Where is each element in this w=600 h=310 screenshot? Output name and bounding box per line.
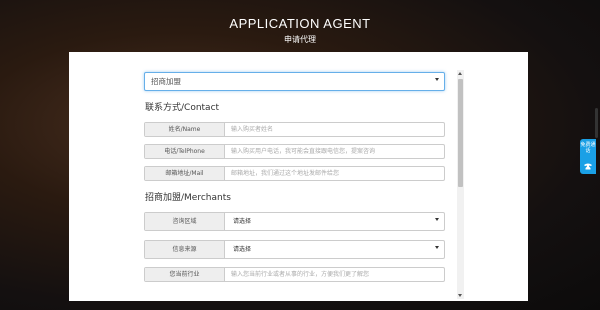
free-call-text: 免费通话 [580,142,596,154]
area-field[interactable]: 咨询区域 请选择 [144,212,445,231]
industry-field[interactable]: 您当前行业 输入您当前行业或者从事的行业，方便我们更了解您 [144,267,445,282]
application-form-panel: 招商加盟 联系方式/Contact 姓名/Name 输入购买者姓名 电话/Tel… [69,52,528,301]
area-label: 咨询区域 [145,213,225,230]
source-label: 信息来源 [145,241,225,258]
source-field[interactable]: 信息来源 请选择 [144,240,445,259]
form-scrollbar[interactable] [457,70,464,299]
free-call-widget[interactable]: 免费通话 [580,139,596,174]
industry-label: 您当前行业 [145,268,225,281]
page-scrollbar[interactable] [595,108,598,138]
phone-label: 电话/TelPhone [145,145,225,158]
mail-input[interactable]: 邮箱地址，我们通过这个地址发邮件给您 [231,167,339,180]
type-select[interactable]: 招商加盟 [144,72,445,91]
source-select[interactable]: 请选择 [225,241,444,258]
source-select-value: 请选择 [233,246,252,253]
form-scroll-area: 招商加盟 联系方式/Contact 姓名/Name 输入购买者姓名 电话/Tel… [144,70,445,298]
scrollbar-thumb[interactable] [458,79,463,187]
scroll-down-icon[interactable] [458,294,462,297]
chevron-down-icon [435,78,439,81]
phone-input[interactable]: 输入购买用户电话，我可能会直接跟电信您，提案咨询 [231,145,375,158]
phone-field[interactable]: 电话/TelPhone 输入购买用户电话，我可能会直接跟电信您，提案咨询 [144,144,445,159]
mail-field[interactable]: 邮箱地址/Mail 邮箱地址，我们通过这个地址发邮件给您 [144,166,445,181]
name-input[interactable]: 输入购买者姓名 [231,123,273,136]
scroll-up-icon[interactable] [458,72,462,75]
name-field[interactable]: 姓名/Name 输入购买者姓名 [144,122,445,137]
page-header: APPLICATION AGENT 申请代理 [0,0,600,52]
page-subtitle: 申请代理 [284,35,316,44]
merchants-section-title: 招商加盟/Merchants [145,193,231,203]
mail-label: 邮箱地址/Mail [145,167,225,180]
name-label: 姓名/Name [145,123,225,136]
industry-input[interactable]: 输入您当前行业或者从事的行业，方便我们更了解您 [231,268,369,281]
chevron-down-icon [435,246,439,249]
area-select[interactable]: 请选择 [225,213,444,230]
page-title: APPLICATION AGENT [229,16,371,31]
contact-section-title: 联系方式/Contact [145,103,220,113]
area-select-value: 请选择 [233,218,252,225]
phone-icon [584,163,592,170]
type-select-value: 招商加盟 [151,77,181,86]
chevron-down-icon [435,218,439,221]
